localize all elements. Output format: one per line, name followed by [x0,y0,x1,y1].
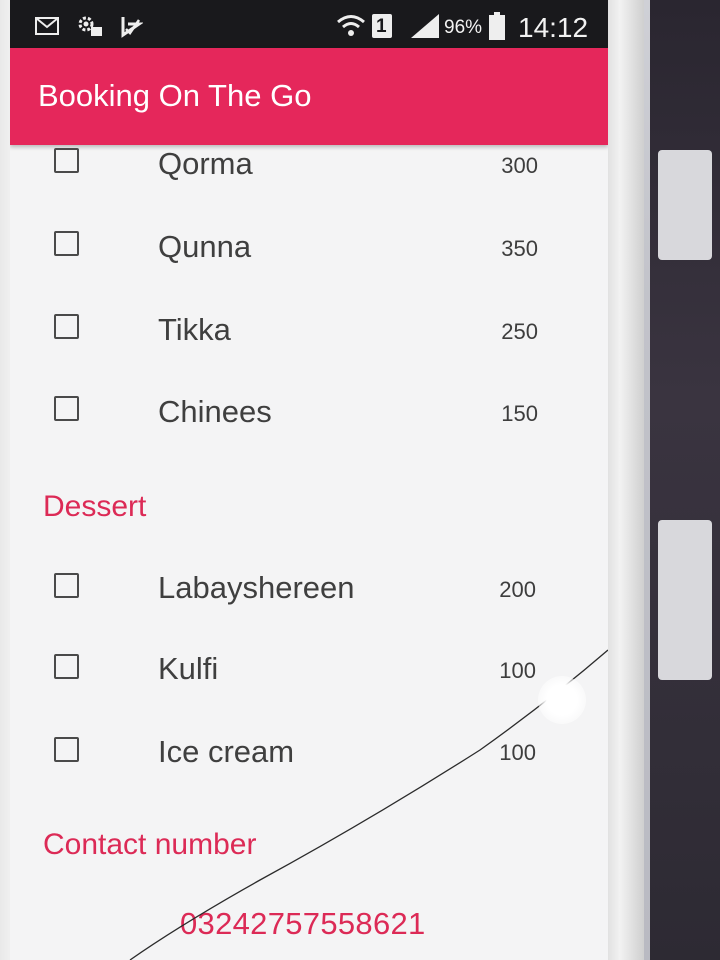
app-bar: Booking On The Go [10,48,608,145]
status-bar: 1 96% 14:12 [10,0,608,54]
battery-percent: 96% [444,17,483,38]
item-checkbox[interactable] [54,148,79,173]
list-item[interactable]: Qorma 300 [10,136,608,196]
app-title: Booking On The Go [38,78,312,113]
signal-icon [408,14,442,38]
item-checkbox[interactable] [54,573,79,598]
item-checkbox[interactable] [54,737,79,762]
item-price: 250 [501,319,538,344]
section-title-dessert: Dessert [43,490,147,523]
item-checkbox[interactable] [54,396,79,421]
item-name: Kulfi [158,651,219,686]
list-item[interactable]: Chinees 150 [10,384,608,444]
item-price: 350 [501,236,538,261]
item-name: Chinees [158,394,272,429]
battery-icon [488,12,506,40]
item-price: 100 [499,658,536,683]
item-name: Qunna [158,229,252,264]
item-name: Labayshereen [158,570,355,605]
item-checkbox[interactable] [54,654,79,679]
list-item[interactable]: Tikka 250 [10,302,608,362]
download-check-icon [118,14,144,38]
item-checkbox[interactable] [54,231,79,256]
phone-screen: 1 96% 14:12 Booking On The Go Qorma 300 … [10,0,608,960]
item-price: 150 [501,401,538,426]
mail-icon [34,14,60,38]
settings-notification-icon [74,14,104,38]
item-name: Tikka [158,312,231,347]
phone-bezel [604,0,644,960]
list-item[interactable]: Labayshereen 200 [10,560,608,620]
item-price: 300 [501,153,538,178]
section-title-contact: Contact number [43,828,257,861]
list-item[interactable]: Ice cream 100 [10,723,608,783]
item-checkbox[interactable] [54,314,79,339]
contact-number[interactable]: 03242757558621 [180,906,426,942]
item-name: Qorma [158,146,253,181]
item-price: 200 [499,577,536,602]
list-item[interactable]: Kulfi 100 [10,641,608,701]
item-name: Ice cream [158,734,295,769]
sim-label: 1 [376,16,387,37]
item-price: 100 [499,740,536,765]
clock: 14:12 [518,12,589,43]
background-object [650,0,720,960]
wifi-icon [336,14,366,38]
list-item[interactable]: Qunna 350 [10,219,608,279]
